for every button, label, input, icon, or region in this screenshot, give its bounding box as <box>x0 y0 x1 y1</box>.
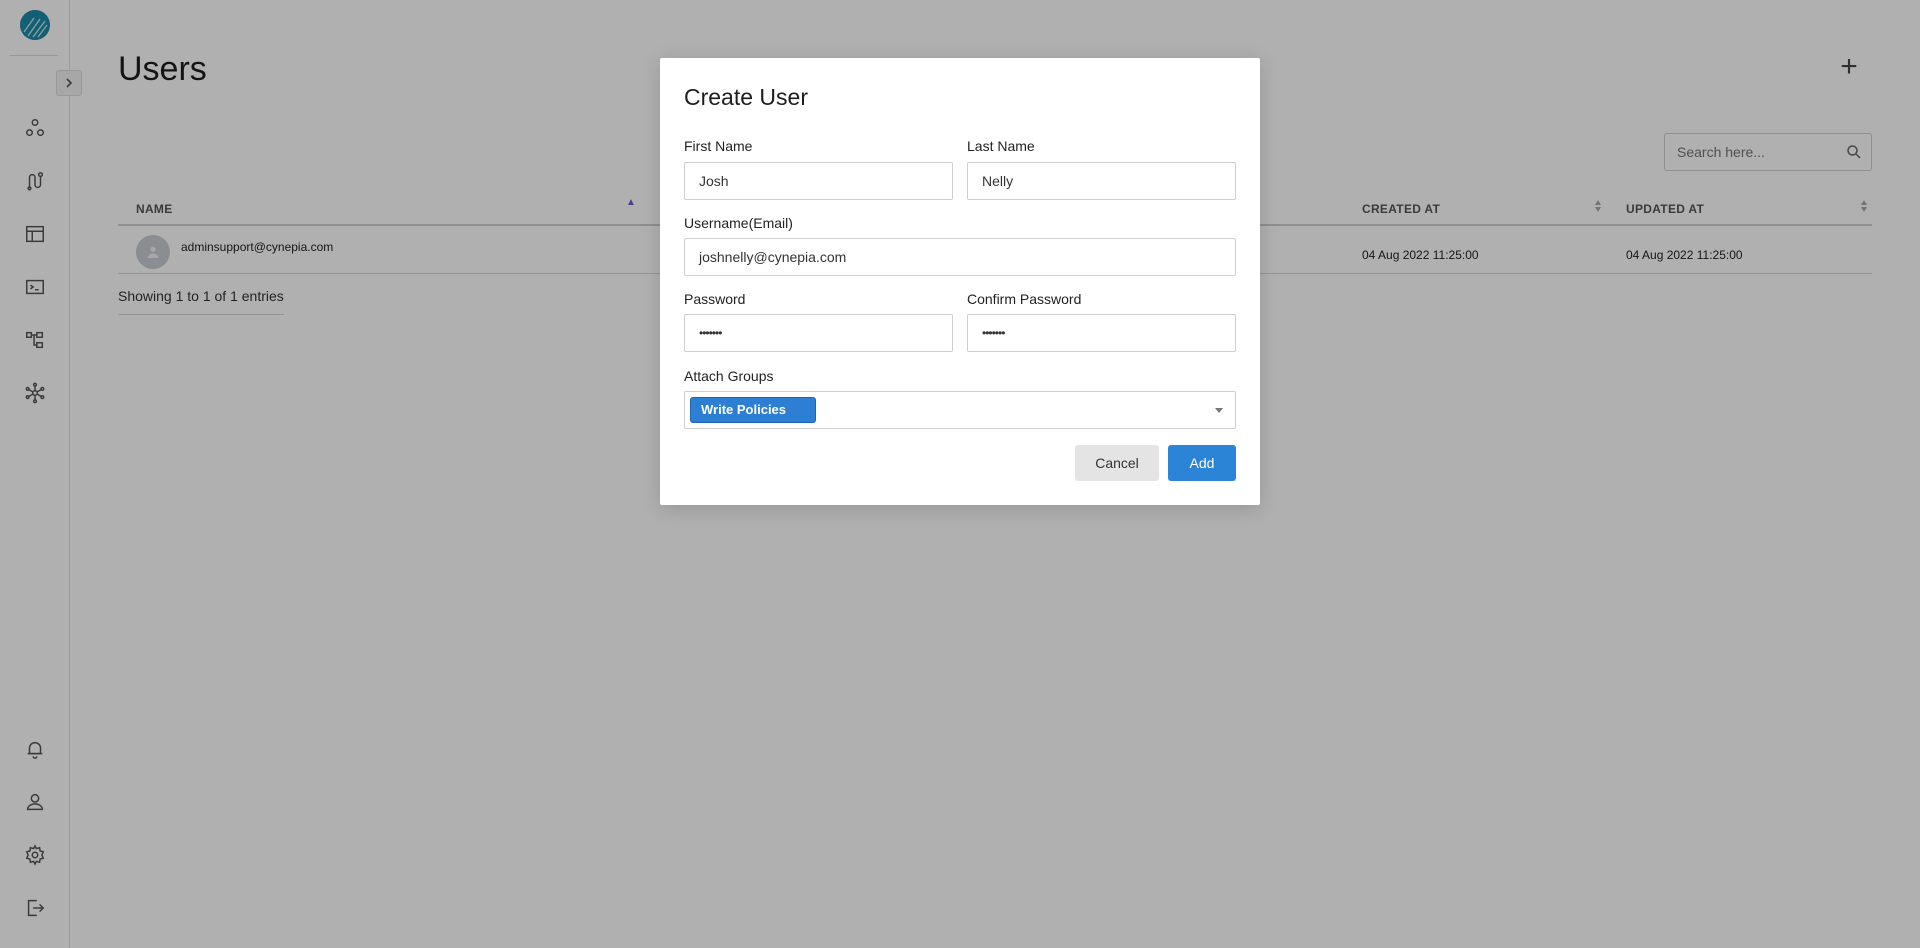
create-user-dialog: Create User First Name Josh Last Name Ne… <box>660 58 1260 505</box>
first-name-field[interactable]: Josh <box>684 162 953 200</box>
password-field[interactable]: ••••••• <box>684 314 953 352</box>
first-name-label: First Name <box>684 138 753 154</box>
password-label: Password <box>684 291 746 307</box>
group-chip[interactable]: Write Policies <box>690 397 816 423</box>
last-name-label: Last Name <box>967 138 1035 154</box>
attach-groups-label: Attach Groups <box>684 368 774 384</box>
cancel-button[interactable]: Cancel <box>1075 445 1159 481</box>
last-name-field[interactable]: Nelly <box>967 162 1236 200</box>
add-button[interactable]: Add <box>1168 445 1236 481</box>
dialog-title: Create User <box>684 84 808 110</box>
attach-groups-select[interactable]: Write Policies <box>684 391 1236 429</box>
confirm-password-field[interactable]: ••••••• <box>967 314 1236 352</box>
confirm-password-label: Confirm Password <box>967 291 1082 307</box>
chevron-down-icon[interactable] <box>1215 408 1223 413</box>
username-label: Username(Email) <box>684 215 793 231</box>
username-email-field[interactable]: joshnelly@cynepia.com <box>684 238 1236 276</box>
